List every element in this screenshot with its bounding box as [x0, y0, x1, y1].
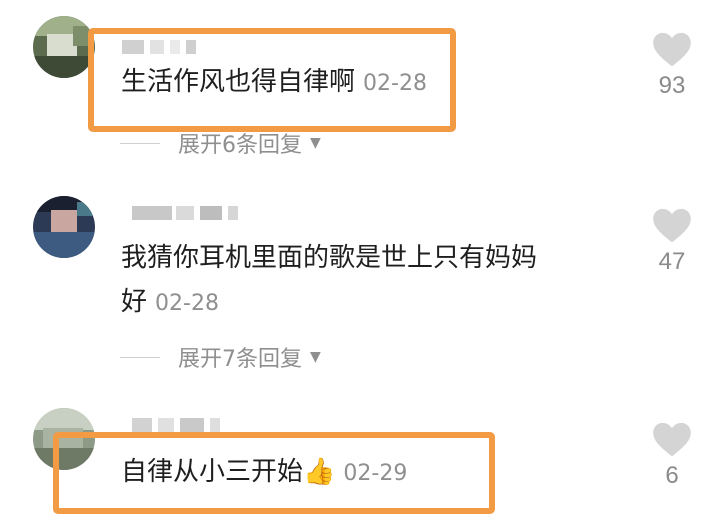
- comment-date: 02-29: [343, 461, 408, 486]
- expand-replies-button[interactable]: 展开7条回复 ▼: [120, 342, 321, 372]
- like-count: 93: [658, 72, 686, 99]
- heart-icon: [653, 422, 691, 457]
- expand-replies-button[interactable]: 展开6条回复 ▼: [120, 128, 321, 158]
- like-button[interactable]: 6: [650, 422, 694, 490]
- thumbs-up-emoji: 👍: [303, 457, 336, 487]
- comment-text: 自律从小三开始👍 02-29: [121, 457, 408, 487]
- like-button[interactable]: 47: [650, 208, 694, 276]
- avatar[interactable]: [33, 16, 95, 78]
- comment-date: 02-28: [155, 291, 219, 316]
- comment-text: 我猜你耳机里面的歌是世上只有妈妈 好 02-28: [121, 243, 538, 317]
- avatar[interactable]: [33, 196, 95, 258]
- like-count: 6: [665, 462, 679, 489]
- comment-date: 02-28: [363, 71, 427, 96]
- heart-icon: [653, 32, 691, 67]
- divider-line: [120, 142, 160, 144]
- like-count: 47: [658, 248, 686, 275]
- divider-line: [120, 356, 160, 358]
- like-button[interactable]: 93: [650, 32, 694, 100]
- expand-replies-label: 展开7条回复: [178, 347, 302, 372]
- avatar[interactable]: [33, 408, 95, 470]
- comment-text: 生活作风也得自律啊 02-28: [121, 67, 427, 97]
- triangle-down-icon: ▼: [310, 349, 321, 365]
- expand-replies-label: 展开6条回复: [178, 133, 302, 158]
- heart-icon: [653, 208, 691, 243]
- triangle-down-icon: ▼: [310, 135, 321, 151]
